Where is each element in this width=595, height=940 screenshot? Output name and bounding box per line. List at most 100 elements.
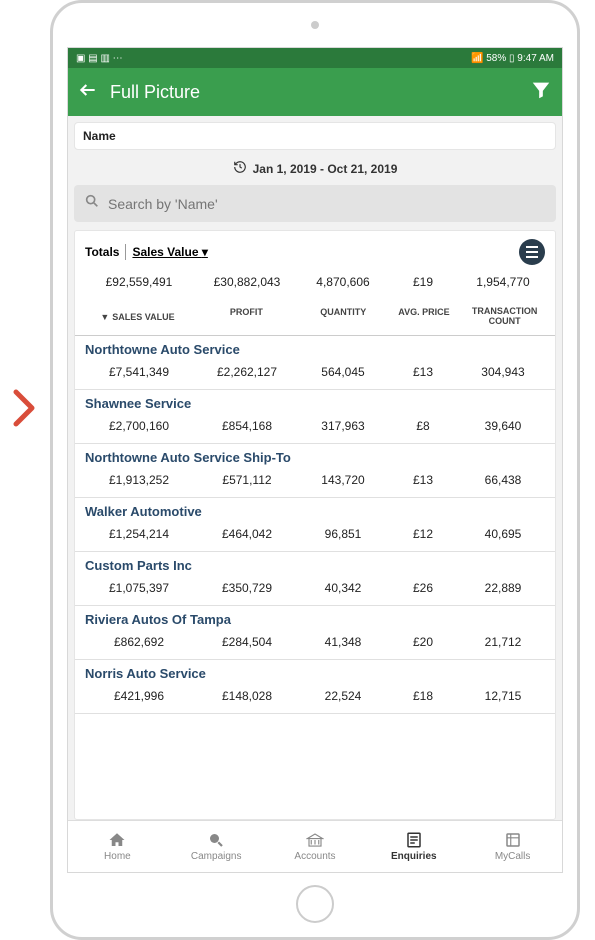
search-icon <box>84 193 100 214</box>
row-name: Norris Auto Service <box>75 666 555 683</box>
total-qty: 4,870,606 <box>299 275 387 289</box>
tablet-frame: ▣ ▤ ▥ ⋯ 📶 58% ▯ 9:47 AM Full Picture Nam… <box>50 0 580 940</box>
row-name: Custom Parts Inc <box>75 558 555 575</box>
nav-accounts[interactable]: Accounts <box>266 821 365 872</box>
row-name: Walker Automotive <box>75 504 555 521</box>
status-bar: ▣ ▤ ▥ ⋯ 📶 58% ▯ 9:47 AM <box>68 48 562 68</box>
col-sales-value[interactable]: ▼ SALES VALUE <box>81 307 194 327</box>
camera-dot <box>311 21 319 29</box>
cell-profit: £284,504 <box>195 635 299 649</box>
cell-profit: £148,028 <box>195 689 299 703</box>
cell-trans: 304,943 <box>459 365 547 379</box>
bottom-nav: Home Campaigns Accounts Enquiries MyCall… <box>68 820 562 872</box>
cell-qty: 41,348 <box>299 635 387 649</box>
divider <box>125 244 126 260</box>
cell-profit: £350,729 <box>195 581 299 595</box>
cell-profit: £854,168 <box>195 419 299 433</box>
date-range-bar[interactable]: Jan 1, 2019 - Oct 21, 2019 <box>68 156 562 185</box>
totals-header: Totals Sales Value ▾ <box>75 231 555 269</box>
sort-by-dropdown[interactable]: Sales Value ▾ <box>132 245 207 259</box>
totals-label: Totals <box>85 245 119 259</box>
table-row[interactable]: Northtowne Auto Service Ship-To £1,913,2… <box>75 444 555 498</box>
cell-trans: 12,715 <box>459 689 547 703</box>
data-rows[interactable]: Northtowne Auto Service £7,541,349 £2,26… <box>75 336 555 819</box>
nav-campaigns[interactable]: Campaigns <box>167 821 266 872</box>
row-values: £862,692 £284,504 41,348 £20 21,712 <box>75 629 555 659</box>
table-row[interactable]: Walker Automotive £1,254,214 £464,042 96… <box>75 498 555 552</box>
row-values: £1,913,252 £571,112 143,720 £13 66,438 <box>75 467 555 497</box>
app-bar: Full Picture <box>68 68 562 116</box>
row-values: £1,075,397 £350,729 40,342 £26 22,889 <box>75 575 555 605</box>
cell-trans: 21,712 <box>459 635 547 649</box>
name-card[interactable]: Name <box>74 122 556 150</box>
table-row[interactable]: Shawnee Service £2,700,160 £854,168 317,… <box>75 390 555 444</box>
column-headers: ▼ SALES VALUE PROFIT QUANTITY AVG. PRICE… <box>75 299 555 336</box>
cell-avg: £13 <box>387 473 459 487</box>
table-row[interactable]: Norris Auto Service £421,996 £148,028 22… <box>75 660 555 714</box>
table-row[interactable]: Northtowne Auto Service £7,541,349 £2,26… <box>75 336 555 390</box>
total-avg: £19 <box>387 275 459 289</box>
cell-sales: £1,913,252 <box>83 473 195 487</box>
history-icon <box>233 160 247 177</box>
cell-avg: £12 <box>387 527 459 541</box>
cell-sales: £2,700,160 <box>83 419 195 433</box>
nav-mycalls[interactable]: MyCalls <box>463 821 562 872</box>
table-row[interactable]: Custom Parts Inc £1,075,397 £350,729 40,… <box>75 552 555 606</box>
cell-qty: 40,342 <box>299 581 387 595</box>
row-name: Northtowne Auto Service <box>75 342 555 359</box>
cell-trans: 22,889 <box>459 581 547 595</box>
menu-icon[interactable] <box>519 239 545 265</box>
search-row[interactable] <box>74 185 556 222</box>
cell-qty: 564,045 <box>299 365 387 379</box>
col-avg-price[interactable]: AVG. PRICE <box>388 307 461 327</box>
app-screen: ▣ ▤ ▥ ⋯ 📶 58% ▯ 9:47 AM Full Picture Nam… <box>67 47 563 873</box>
cell-sales: £7,541,349 <box>83 365 195 379</box>
cell-profit: £464,042 <box>195 527 299 541</box>
search-input[interactable] <box>108 196 546 212</box>
cell-qty: 96,851 <box>299 527 387 541</box>
filter-icon[interactable] <box>530 79 552 106</box>
nav-enquiries-label: Enquiries <box>391 851 437 862</box>
nav-mycalls-label: MyCalls <box>495 851 531 862</box>
sort-by-label: Sales Value <box>132 245 198 259</box>
external-chevron-icon <box>10 388 38 433</box>
cell-avg: £8 <box>387 419 459 433</box>
col-transaction-count[interactable]: TRANSACTION COUNT <box>460 307 549 327</box>
row-values: £1,254,214 £464,042 96,851 £12 40,695 <box>75 521 555 551</box>
back-icon[interactable] <box>78 80 98 105</box>
battery-text: 58% <box>486 53 506 64</box>
col-profit[interactable]: PROFIT <box>194 307 299 327</box>
nav-home[interactable]: Home <box>68 821 167 872</box>
cell-trans: 40,695 <box>459 527 547 541</box>
nav-accounts-label: Accounts <box>294 851 335 862</box>
row-values: £421,996 £148,028 22,524 £18 12,715 <box>75 683 555 713</box>
row-name: Riviera Autos Of Tampa <box>75 612 555 629</box>
cell-sales: £1,075,397 <box>83 581 195 595</box>
row-name: Northtowne Auto Service Ship-To <box>75 450 555 467</box>
nav-home-label: Home <box>104 851 131 862</box>
nav-enquiries[interactable]: Enquiries <box>364 821 463 872</box>
cell-qty: 317,963 <box>299 419 387 433</box>
table-row[interactable]: Riviera Autos Of Tampa £862,692 £284,504… <box>75 606 555 660</box>
cell-avg: £18 <box>387 689 459 703</box>
row-name: Shawnee Service <box>75 396 555 413</box>
cell-qty: 22,524 <box>299 689 387 703</box>
cell-sales: £421,996 <box>83 689 195 703</box>
clock-text: 9:47 AM <box>517 53 554 64</box>
total-sales: £92,559,491 <box>83 275 195 289</box>
home-button[interactable] <box>296 885 334 923</box>
sort-desc-icon: ▼ <box>100 312 109 322</box>
nav-campaigns-label: Campaigns <box>191 851 242 862</box>
cell-avg: £26 <box>387 581 459 595</box>
cell-avg: £13 <box>387 365 459 379</box>
totals-values: £92,559,491 £30,882,043 4,870,606 £19 1,… <box>75 269 555 299</box>
status-icons-left: ▣ ▤ ▥ ⋯ <box>76 53 123 64</box>
cell-sales: £862,692 <box>83 635 195 649</box>
cell-trans: 66,438 <box>459 473 547 487</box>
chevron-down-icon: ▾ <box>202 245 208 259</box>
cell-trans: 39,640 <box>459 419 547 433</box>
total-profit: £30,882,043 <box>195 275 299 289</box>
cell-profit: £2,262,127 <box>195 365 299 379</box>
col-quantity[interactable]: QUANTITY <box>299 307 388 327</box>
row-values: £7,541,349 £2,262,127 564,045 £13 304,94… <box>75 359 555 389</box>
